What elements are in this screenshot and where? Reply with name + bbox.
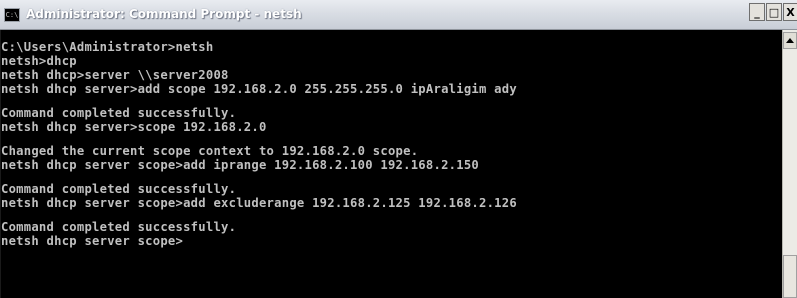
command-prompt-window: C:\ Administrator: Command Prompt - nets… [0, 0, 797, 298]
console-prompt-line: netsh dhcp server scope> [1, 234, 184, 248]
vertical-scrollbar[interactable] [782, 30, 797, 298]
window-left-edge [0, 30, 1, 298]
window-title: Administrator: Command Prompt - netsh [26, 7, 302, 21]
console-line: Command completed successfully. [1, 220, 237, 234]
console-line: Command completed successfully. [1, 106, 237, 120]
cmd-icon[interactable]: C:\ [4, 8, 20, 22]
console-line: netsh dhcp server scope>add excluderange… [1, 196, 517, 210]
up-arrow-icon [786, 38, 794, 43]
scrollbar-thumb[interactable] [783, 255, 797, 298]
console-line: netsh dhcp server>add scope 192.168.2.0 … [1, 82, 517, 96]
console-line: netsh dhcp server scope>add iprange 192.… [1, 158, 480, 172]
console-line: netsh dhcp>server \\server2008 [1, 68, 229, 82]
close-button[interactable]: X [783, 3, 797, 21]
console-output[interactable]: C:\Users\Administrator>netsh netsh>dhcp … [0, 30, 782, 298]
minimize-button[interactable]: _ [749, 3, 765, 21]
console-line: Changed the current scope context to 192… [1, 144, 419, 158]
console-line: netsh>dhcp [1, 54, 77, 68]
console-line: C:\Users\Administrator>netsh [1, 40, 214, 54]
console-line: Command completed successfully. [1, 182, 237, 196]
scrollbar-track[interactable] [783, 50, 797, 250]
scroll-up-button[interactable] [783, 32, 797, 49]
console-line: netsh dhcp server>scope 192.168.2.0 [1, 120, 267, 134]
title-bar[interactable]: C:\ Administrator: Command Prompt - nets… [0, 0, 797, 30]
maximize-button[interactable]: □ [766, 3, 782, 21]
window-controls: _ □ X [748, 3, 797, 27]
